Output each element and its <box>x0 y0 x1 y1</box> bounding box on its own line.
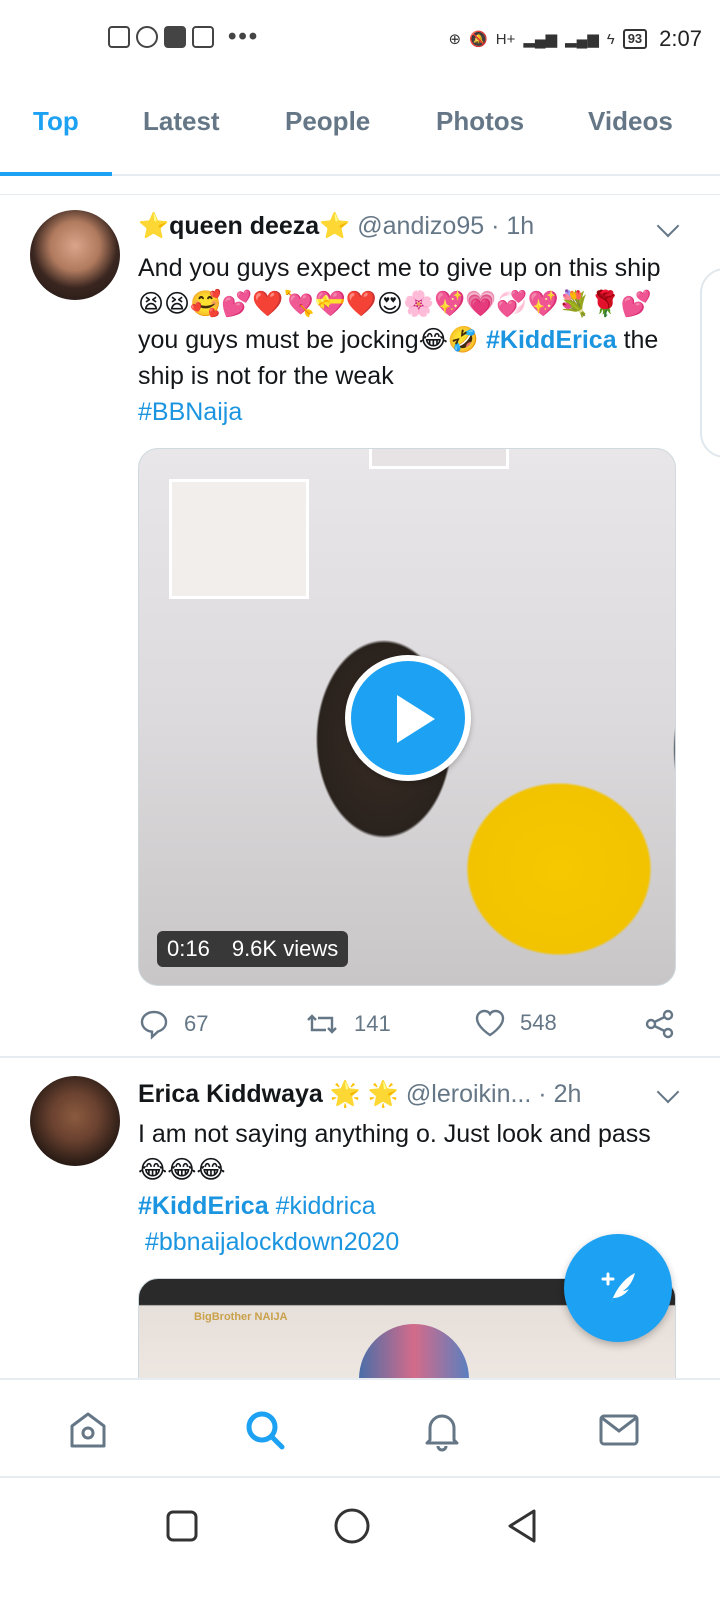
display-name[interactable]: Erica Kiddwaya 🌟 🌟 <box>138 1080 399 1108</box>
recents-icon <box>166 1510 198 1542</box>
nav-notifications[interactable] <box>418 1406 466 1454</box>
home-system-button[interactable] <box>332 1506 372 1546</box>
circle-home-icon <box>334 1508 370 1544</box>
hashtag-link[interactable]: #kiddrica <box>276 1192 376 1220</box>
tweet[interactable]: Erica Kiddwaya 🌟 🌟 @leroikin... · 2h I a… <box>0 0 720 1408</box>
nav-search[interactable] <box>241 1406 289 1454</box>
back-triangle-icon <box>508 1509 536 1543</box>
chevron-down-icon[interactable] <box>656 1080 680 1104</box>
hashtag-link[interactable]: #KiddErica <box>138 1192 269 1220</box>
hashtag-link[interactable]: #bbnaijalockdown2020 <box>145 1228 399 1256</box>
tweet-body: I am not saying anything o. Just look an… <box>138 1120 651 1184</box>
home-icon <box>70 1412 106 1448</box>
nav-messages[interactable] <box>595 1406 643 1454</box>
user-handle: @leroikin... <box>405 1080 532 1108</box>
separator: · <box>538 1080 547 1108</box>
compose-tweet-button[interactable] <box>564 1234 672 1342</box>
recents-button[interactable] <box>162 1506 202 1546</box>
search-icon <box>246 1411 285 1450</box>
side-panel-handle[interactable] <box>700 268 720 458</box>
back-button[interactable] <box>502 1506 542 1546</box>
timestamp: 2h <box>553 1080 582 1108</box>
system-navigation <box>0 1476 720 1600</box>
nav-home[interactable] <box>64 1406 112 1454</box>
tweet-header: Erica Kiddwaya 🌟 🌟 @leroikin... · 2h <box>138 1080 581 1109</box>
bbnaija-logo: BigBrother NAIJA <box>194 1311 288 1323</box>
avatar[interactable] <box>30 1076 120 1166</box>
bottom-navigation <box>0 1378 720 1476</box>
notifications-icon <box>425 1414 459 1452</box>
messages-icon <box>599 1414 639 1446</box>
compose-icon <box>601 1272 635 1303</box>
